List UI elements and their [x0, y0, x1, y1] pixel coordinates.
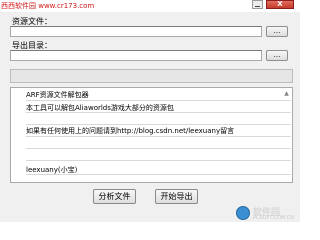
- log-divider: [26, 136, 291, 137]
- logo-icon: [236, 206, 250, 220]
- log-textarea[interactable]: ▲ ARF资源文件解包器 本工具可以解包Aliaworlds游戏大部分的资源包 …: [10, 87, 293, 183]
- close-button[interactable]: X: [266, 0, 294, 9]
- log-divider: [26, 100, 291, 101]
- log-divider: [26, 148, 291, 149]
- log-line: leexuany(小宝): [26, 166, 78, 174]
- title-bar: 西西软件园 www.cr173.com X: [0, 0, 300, 12]
- log-line: ARF资源文件解包器: [26, 91, 89, 99]
- watermark-subtitle: PCSOFT.COM.CN: [253, 215, 295, 221]
- minimize-button[interactable]: [252, 0, 263, 9]
- app-window: 西西软件园 www.cr173.com X 资源文件： ... 导出目录： ..…: [0, 0, 300, 222]
- log-line: 如果有任何使用上的问题请到http://blog.csdn.net/leexua…: [26, 127, 235, 135]
- output-dir-input[interactable]: [10, 50, 262, 61]
- log-line: 本工具可以解包Aliaworlds游戏大部分的资源包: [26, 104, 174, 112]
- log-divider: [26, 160, 291, 161]
- window-title: 西西软件园 www.cr173.com: [1, 2, 95, 10]
- scroll-up-icon[interactable]: ▲: [282, 89, 291, 98]
- source-browse-button[interactable]: ...: [266, 26, 288, 37]
- output-browse-button[interactable]: ...: [266, 50, 288, 61]
- analyze-file-button[interactable]: 分析文件: [93, 189, 136, 204]
- log-divider: [26, 124, 291, 125]
- watermark-logo: 软件园 PCSOFT.COM.CN: [236, 205, 298, 221]
- source-file-input[interactable]: [10, 26, 262, 37]
- close-icon: X: [277, 0, 283, 8]
- progress-bar: [10, 69, 293, 83]
- start-export-button[interactable]: 开始导出: [155, 189, 198, 204]
